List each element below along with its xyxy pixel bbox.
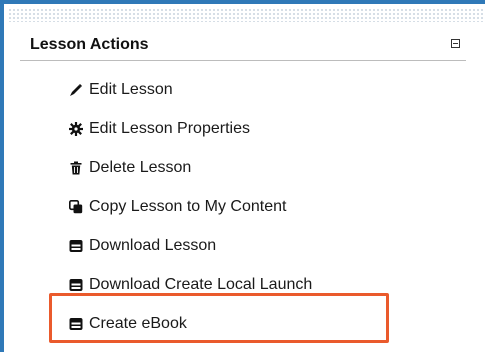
menu-item-label: Download Create Local Launch xyxy=(89,276,313,293)
download-icon xyxy=(68,238,84,254)
menu-item-label: Edit Lesson Properties xyxy=(89,120,250,137)
trash-icon xyxy=(68,160,84,176)
menu-item-edit-lesson[interactable]: Edit Lesson xyxy=(68,78,173,102)
menu-item-download-lesson[interactable]: Download Lesson xyxy=(68,234,216,258)
menu-item-label: Download Lesson xyxy=(89,237,217,254)
gear-icon xyxy=(68,121,84,137)
menu-item-copy-lesson[interactable]: Copy Lesson to My Content xyxy=(68,195,286,219)
pencil-icon xyxy=(68,82,84,98)
menu-item-delete-lesson[interactable]: Delete Lesson xyxy=(68,156,191,180)
download-icon xyxy=(68,277,84,293)
menu-item-label: Delete Lesson xyxy=(89,159,192,176)
menu-item-edit-lesson-properties[interactable]: Edit Lesson Properties xyxy=(68,117,250,141)
copy-icon xyxy=(68,199,84,215)
menu-item-label: Edit Lesson xyxy=(89,81,173,98)
menu-item-label: Copy Lesson to My Content xyxy=(89,198,287,215)
highlight-box xyxy=(49,293,389,343)
